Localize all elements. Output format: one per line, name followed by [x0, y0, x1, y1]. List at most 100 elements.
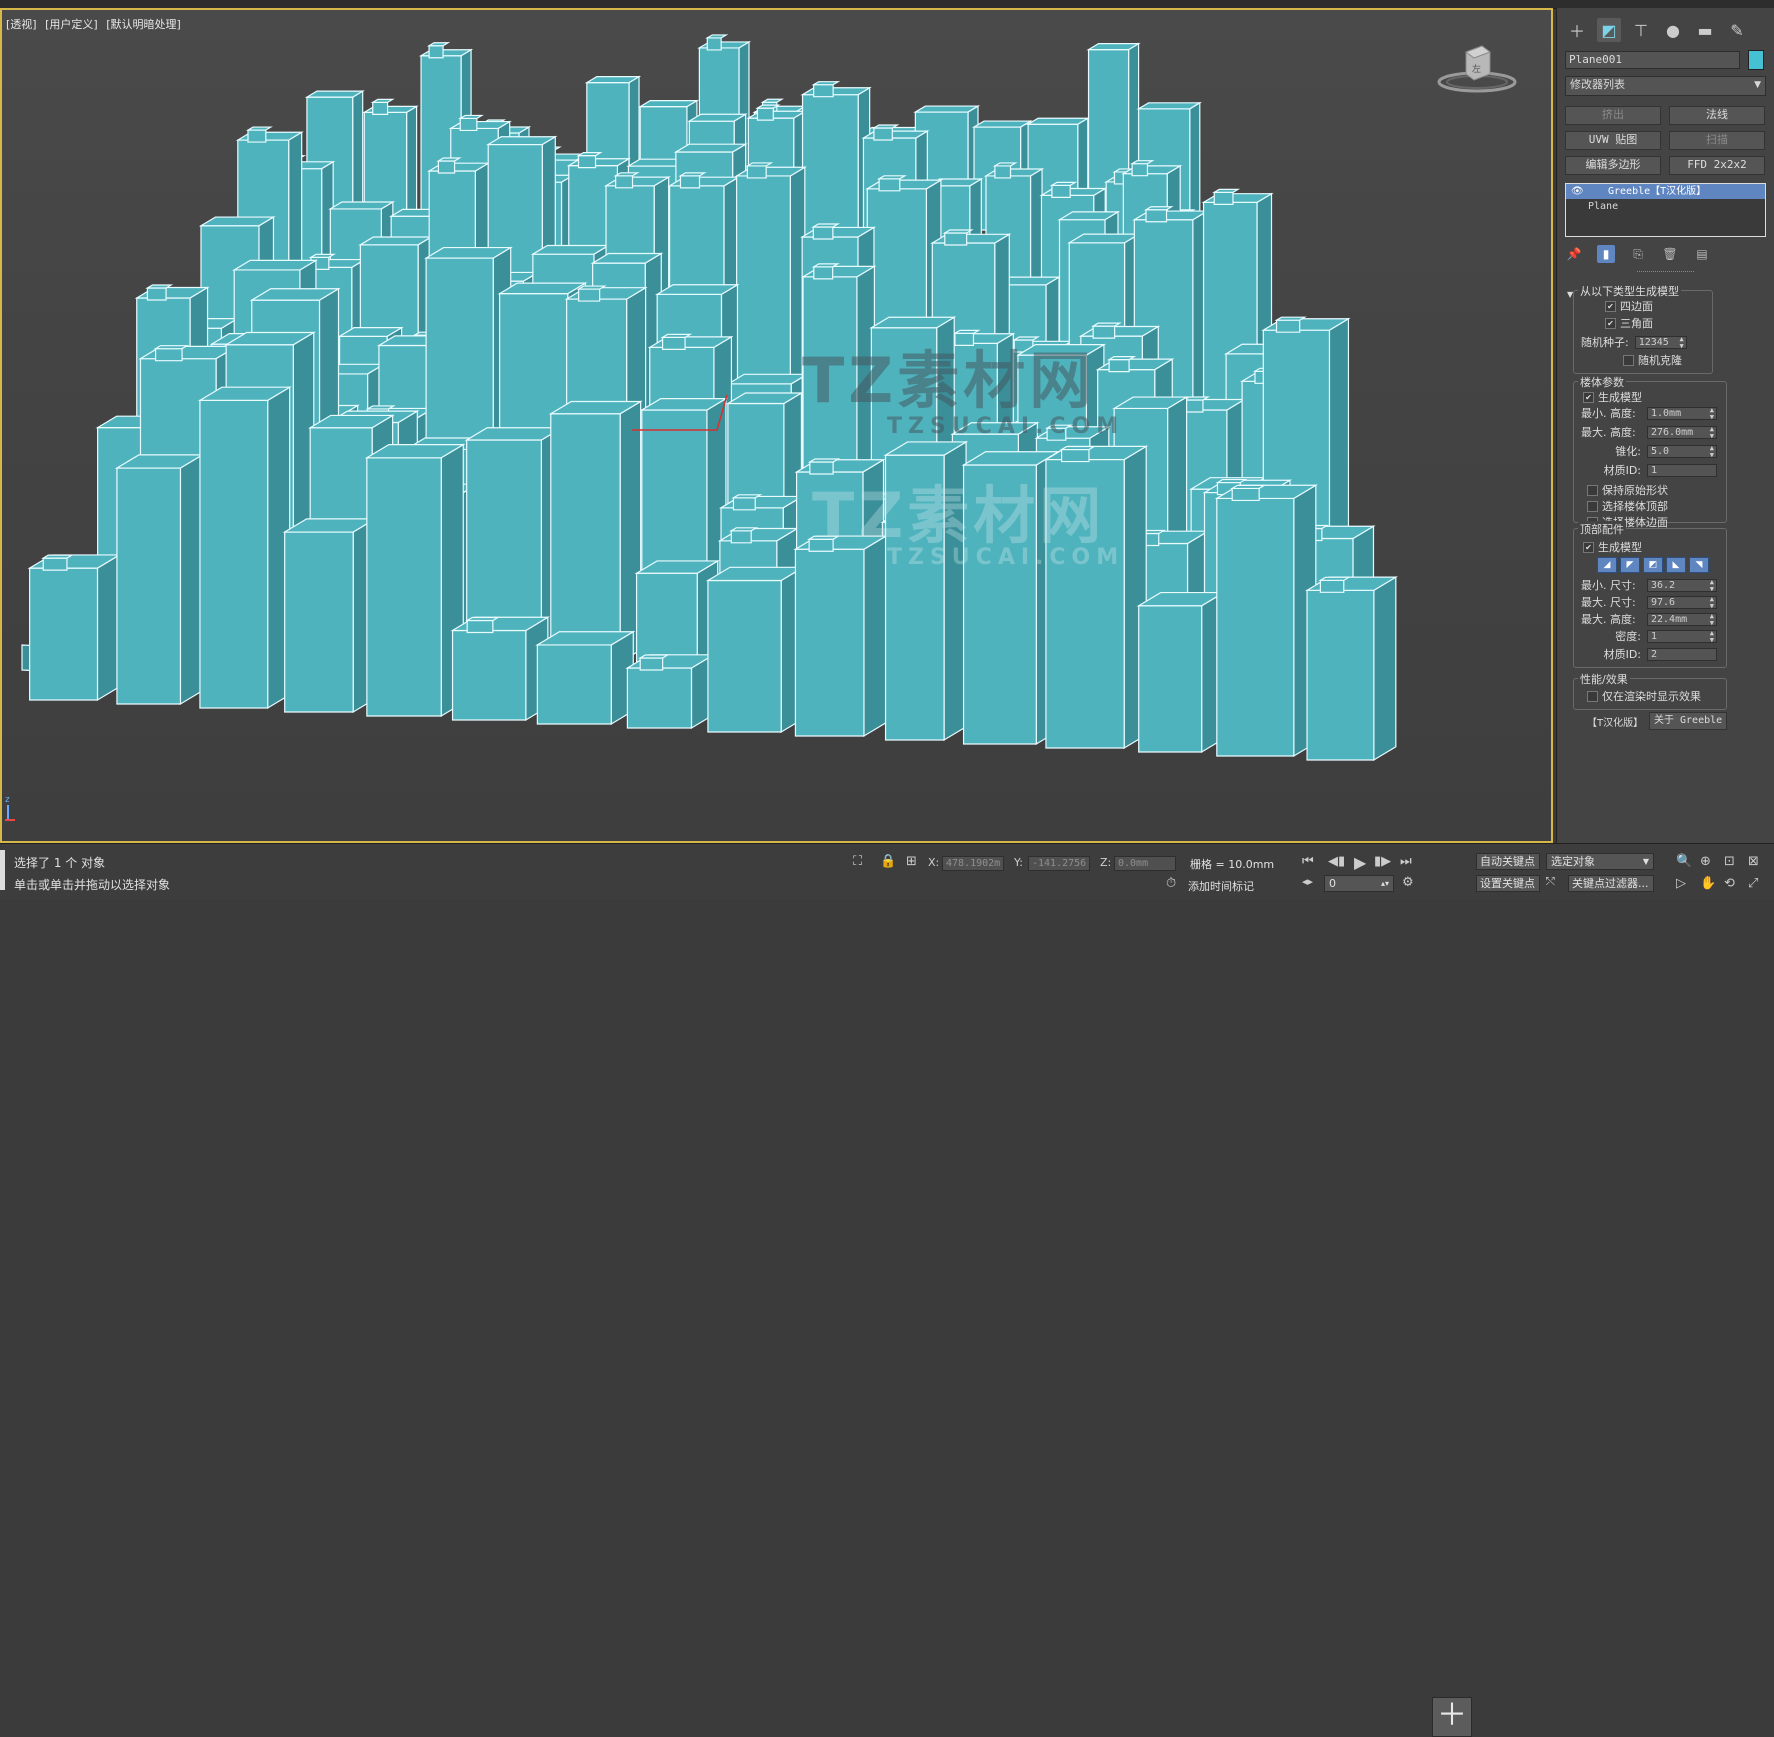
spinner-arrows-icon[interactable]: ▲ ▼ — [1710, 444, 1714, 459]
remove-modifier-icon[interactable]: 🗑 — [1661, 245, 1679, 263]
body-gen-checkbox[interactable]: ✔ — [1583, 391, 1594, 403]
eye-icon[interactable]: 👁 — [1571, 184, 1584, 199]
spinner-arrows-icon[interactable]: ▲ ▼ — [1710, 578, 1714, 593]
y-coord-field[interactable]: -141.2756 — [1028, 856, 1090, 871]
normal-button[interactable]: 法线 — [1669, 106, 1765, 125]
make-unique-icon[interactable]: ⎘ — [1629, 245, 1647, 263]
top-max-size-spinner[interactable]: 97.6 ▲ ▼ — [1647, 595, 1717, 610]
uvw-map-button[interactable]: UVW 贴图 — [1565, 131, 1661, 150]
viewport-label-camera[interactable]: [用户定义] — [45, 18, 98, 31]
keep-shape-checkbox[interactable] — [1587, 484, 1598, 496]
perspective-viewport[interactable]: [透视] [用户定义] [默认明暗处理] 左 TZ素材网 TZSUCAI.COM… — [0, 8, 1553, 843]
configure-sets-icon[interactable]: ▤ — [1693, 245, 1711, 263]
spinner-arrows-icon[interactable]: ▲ ▼ — [1710, 595, 1714, 610]
spinner-arrows-icon[interactable]: ▲ ▼ — [1710, 629, 1714, 644]
spinner-arrows-icon[interactable]: ▴▾ — [1381, 876, 1389, 892]
key-tangent-icon[interactable]: ⤲ — [1546, 875, 1555, 889]
maximize-viewport-icon[interactable]: ⤢ — [1748, 876, 1758, 891]
time-tag-icon[interactable]: ⏱ — [1166, 876, 1176, 891]
time-config-icon[interactable]: ⚙ — [1402, 875, 1414, 890]
tri-checkbox[interactable]: ✔ — [1605, 317, 1616, 329]
random-clone-checkbox[interactable] — [1623, 354, 1634, 366]
absolute-mode-icon[interactable]: ⊞ — [906, 854, 917, 869]
zoom-icon[interactable]: 🔍 — [1676, 854, 1692, 869]
about-greeble-button[interactable]: 关于 Greeble — [1649, 712, 1728, 730]
density-spinner[interactable]: 1 ▲ ▼ — [1647, 629, 1717, 644]
part-type-3-icon[interactable]: ◩ — [1643, 557, 1663, 573]
spinner-arrows-icon[interactable]: ▲ ▼ — [1710, 425, 1714, 440]
body-max-height-spinner[interactable]: 276.0mm ▲ ▼ — [1647, 425, 1717, 440]
top-min-size-spinner[interactable]: 36.2 ▲ ▼ — [1647, 578, 1717, 593]
hierarchy-icon[interactable]: ⊤ — [1629, 18, 1653, 42]
add-time-tag[interactable]: 添加时间标记 — [1188, 878, 1254, 894]
top-max-height-spinner[interactable]: 22.4mm ▲ ▼ — [1647, 612, 1717, 627]
pan-icon[interactable]: ✋ — [1700, 876, 1716, 891]
body-min-height-spinner[interactable]: 1.0mm ▲ ▼ — [1647, 406, 1717, 421]
part-type-5-icon[interactable]: ◥ — [1689, 557, 1709, 573]
spinner-arrows-icon[interactable]: ▲ ▼ — [1710, 406, 1714, 421]
object-name-field[interactable]: Plane001 — [1565, 51, 1740, 69]
top-matid-spinner[interactable]: 2 — [1647, 647, 1717, 661]
spinner-arrows-icon[interactable]: ▲ ▼ — [1680, 335, 1684, 350]
render-only-row[interactable]: 仅在渲染时显示效果 — [1587, 688, 1701, 704]
viewport-label-shading[interactable]: [默认明暗处理] — [106, 18, 181, 31]
spinner-arrows-icon[interactable]: ▲ ▼ — [1710, 612, 1714, 627]
select-top-checkbox[interactable] — [1587, 500, 1598, 512]
stack-item-plane[interactable]: Plane — [1566, 199, 1765, 214]
create-icon[interactable]: ＋ — [1565, 18, 1589, 42]
lock-icon[interactable]: 🔒 — [880, 854, 896, 869]
go-to-start-icon[interactable]: ⏮ — [1302, 854, 1314, 869]
go-to-end-icon[interactable]: ⏭ — [1400, 854, 1412, 869]
quad-checkbox-row[interactable]: ✔ 四边面 — [1605, 298, 1653, 314]
show-end-result-icon[interactable]: ▮ — [1597, 245, 1615, 263]
edit-poly-button[interactable]: 编辑多边形 — [1565, 156, 1661, 175]
auto-key-button[interactable]: 自动关键点 — [1476, 853, 1540, 870]
stack-item-greeble[interactable]: 👁 Greeble【T汉化版】 — [1566, 184, 1765, 199]
quad-checkbox[interactable]: ✔ — [1605, 300, 1616, 312]
zoom-extents-all-icon[interactable]: ⊠ — [1748, 854, 1759, 869]
field-of-view-icon[interactable]: ▷ — [1676, 876, 1686, 891]
play-icon[interactable]: ▶ — [1354, 853, 1366, 872]
zoom-all-icon[interactable]: ⊕ — [1700, 854, 1711, 869]
pin-stack-icon[interactable]: 📌 — [1565, 245, 1583, 263]
keep-shape-row[interactable]: 保持原始形状 — [1587, 482, 1668, 498]
viewport-label[interactable]: [透视] [用户定义] [默认明暗处理] — [6, 16, 186, 32]
body-gen-row[interactable]: ✔ 生成模型 — [1583, 389, 1642, 405]
viewport-label-view[interactable]: [透视] — [6, 18, 37, 31]
next-frame-icon[interactable]: ▮▶ — [1374, 854, 1391, 869]
x-coord-field[interactable]: 478.1902m — [942, 856, 1004, 871]
z-coord-field[interactable]: 0.0mm — [1114, 856, 1176, 871]
modify-icon[interactable]: ◩ — [1597, 18, 1621, 42]
isolate-selection-icon[interactable]: ⛶ — [853, 854, 862, 869]
sweep-button[interactable]: 扫描 — [1669, 131, 1765, 150]
utilities-icon[interactable]: ✎ — [1725, 18, 1749, 42]
key-mode-icon[interactable]: ◂▸ — [1302, 875, 1313, 888]
motion-icon[interactable]: ● — [1661, 18, 1685, 42]
viewcube[interactable]: 左 — [1432, 40, 1522, 100]
part-type-2-icon[interactable]: ◤ — [1620, 557, 1640, 573]
extrude-button[interactable]: 挤出 — [1565, 106, 1661, 125]
prev-frame-icon[interactable]: ◀▮ — [1328, 854, 1345, 869]
body-matid-spinner[interactable]: 1 — [1647, 463, 1717, 477]
top-gen-row[interactable]: ✔ 生成模型 — [1583, 539, 1642, 555]
modifier-list-dropdown[interactable]: 修改器列表 ▼ — [1565, 76, 1766, 96]
set-key-button[interactable]: 设置关键点 — [1476, 875, 1540, 892]
key-filters-button[interactable]: 关键点过滤器... — [1568, 875, 1654, 892]
part-type-1-icon[interactable]: ◢ — [1597, 557, 1617, 573]
seed-spinner[interactable]: 12345 ▲ ▼ — [1634, 335, 1687, 350]
current-frame-spinner[interactable]: 0 ▴▾ — [1324, 875, 1394, 892]
taper-spinner[interactable]: 5.0 ▲ ▼ — [1647, 444, 1717, 459]
top-gen-checkbox[interactable]: ✔ — [1583, 541, 1594, 553]
orbit-icon[interactable]: ⟲ — [1724, 876, 1735, 891]
zoom-extents-icon[interactable]: ⊡ — [1724, 854, 1735, 869]
selected-object-dropdown[interactable]: 选定对象 ▼ — [1546, 853, 1654, 870]
part-type-4-icon[interactable]: ◣ — [1666, 557, 1686, 573]
ffd-button[interactable]: FFD 2x2x2 — [1669, 156, 1765, 175]
random-clone-row[interactable]: 随机克隆 — [1623, 352, 1682, 368]
display-icon[interactable]: ▬ — [1693, 18, 1717, 42]
render-only-checkbox[interactable] — [1587, 690, 1598, 702]
set-key-big-button[interactable]: ＋ — [1432, 1697, 1472, 1737]
object-color-swatch[interactable] — [1748, 50, 1764, 70]
select-top-row[interactable]: 选择楼体顶部 — [1587, 498, 1668, 514]
maxscript-listener-handle[interactable] — [0, 850, 5, 890]
